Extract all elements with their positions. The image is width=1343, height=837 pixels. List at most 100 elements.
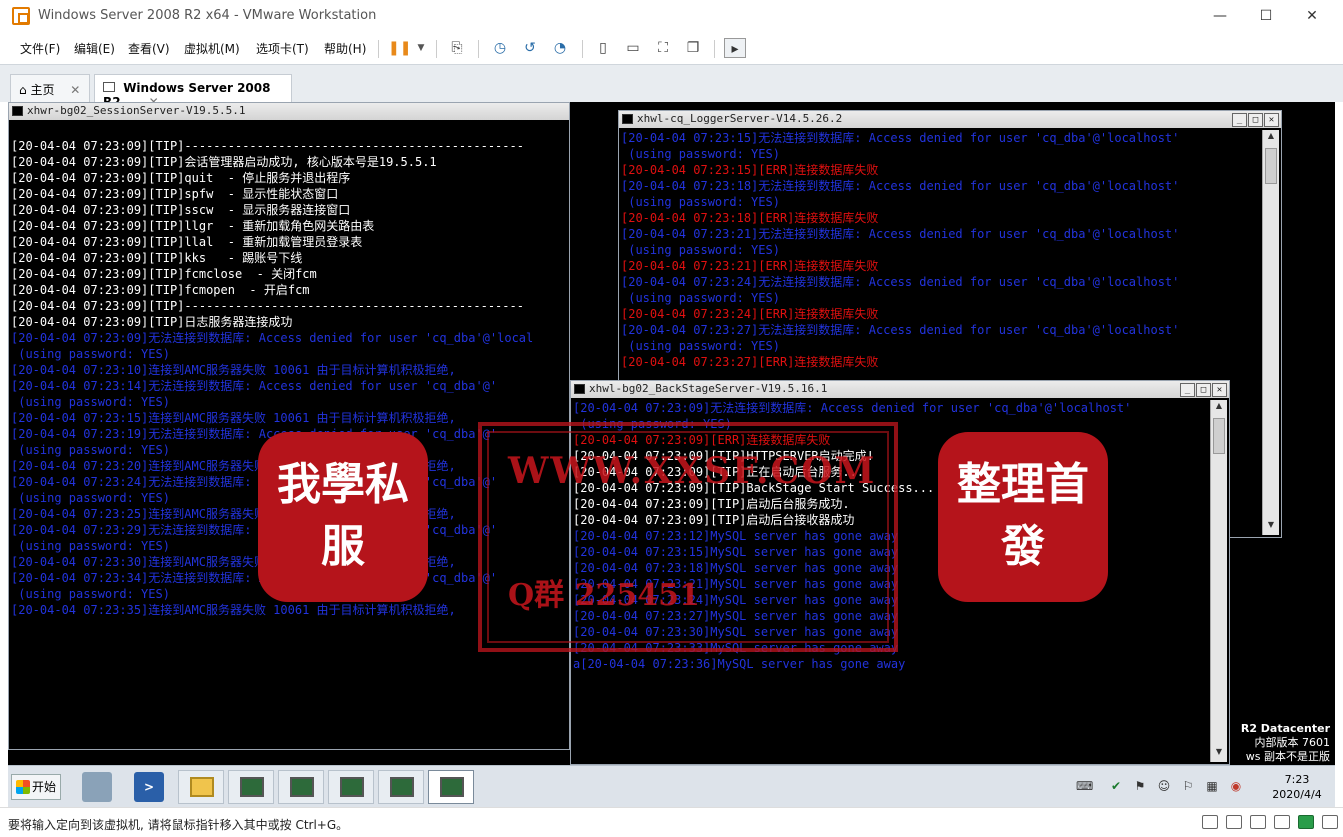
vm-screen[interactable]: xhwr-bg02_SessionServer-V19.5.5.1 [20-04…	[8, 102, 1335, 765]
console-maximize-button[interactable]: □	[1248, 113, 1263, 127]
menu-help[interactable]: 帮助(H)	[324, 40, 366, 57]
scroll-up-icon[interactable]: ▲	[1264, 131, 1278, 145]
menu-file[interactable]: 文件(F)	[20, 40, 60, 57]
tab-vm[interactable]: Windows Server 2008 R2 ... ✕	[94, 74, 292, 109]
security-icon[interactable]: ✔	[1108, 778, 1124, 794]
start-label: 开始	[32, 780, 57, 794]
console-line: (using password: YES)	[573, 417, 732, 431]
backstage-server-console[interactable]: xhwl-bg02_BackStageServer-V19.5.16.1 _ □ ✕…	[570, 380, 1230, 765]
console-close-button[interactable]: ✕	[1212, 383, 1227, 397]
explorer-taskbar-button[interactable]	[178, 770, 224, 804]
toolbar-separator	[478, 40, 479, 58]
windows-logo-icon	[16, 780, 30, 794]
cd-drive-icon[interactable]	[1226, 815, 1242, 829]
server-manager-icon[interactable]	[82, 772, 112, 802]
console-line: [20-04-04 07:23:19]无法连接到数据库: Access deni…	[11, 427, 498, 441]
clock[interactable]: 7:23 2020/4/4	[1267, 772, 1327, 802]
snapshot-icon[interactable]: ◷	[489, 38, 511, 58]
scroll-thumb[interactable]	[1265, 148, 1277, 184]
console-maximize-button[interactable]: □	[1196, 383, 1211, 397]
maximize-button[interactable]: ☐	[1243, 2, 1289, 30]
minimize-button[interactable]: —	[1197, 2, 1243, 30]
scroll-thumb[interactable]	[1213, 418, 1225, 454]
sidebar-view-icon[interactable]: ▯	[592, 38, 614, 58]
console-title: xhwr-bg02_SessionServer-V19.5.5.1	[27, 104, 246, 117]
network-icon[interactable]: ▦	[1204, 778, 1220, 794]
unity-icon[interactable]: ❐	[682, 38, 704, 58]
menu-tabs[interactable]: 选项卡(T)	[256, 40, 309, 57]
console-line: [20-04-04 07:23:29]无法连接到数据库: Access deni…	[11, 523, 498, 537]
console-line: (using password: YES)	[621, 243, 780, 257]
console-icon	[440, 777, 464, 797]
hard-disk-icon[interactable]	[1202, 815, 1218, 829]
revert-snapshot-icon[interactable]: ↺	[519, 38, 541, 58]
session-server-console[interactable]: xhwr-bg02_SessionServer-V19.5.5.1 [20-04…	[8, 102, 570, 750]
menu-vm[interactable]: 虚拟机(M)	[184, 40, 240, 57]
console-taskbar-button[interactable]	[378, 770, 424, 804]
console-line: [20-04-04 07:23:18][ERR]连接数据库失败	[621, 211, 879, 225]
console-minimize-button[interactable]: _	[1232, 113, 1247, 127]
send-keys-icon[interactable]: ⎘	[446, 38, 468, 58]
scroll-down-icon[interactable]: ▼	[1264, 520, 1278, 534]
console-taskbar-button[interactable]	[278, 770, 324, 804]
console-line: [20-04-04 07:23:24]无法连接到数据库: Access deni…	[621, 275, 1180, 289]
thumbnail-view-icon[interactable]: ▭	[622, 38, 644, 58]
display-icon[interactable]	[1274, 815, 1290, 829]
console-line: (using password: YES)	[11, 443, 170, 457]
network-adapter-icon[interactable]	[1250, 815, 1266, 829]
console-line: (using password: YES)	[11, 539, 170, 553]
console-taskbar-button-active[interactable]	[428, 770, 474, 804]
toolbar-separator	[582, 40, 583, 58]
stretch-icon[interactable]	[1322, 815, 1338, 829]
fullscreen-icon[interactable]: ⛶	[652, 38, 674, 58]
console-titlebar[interactable]: xhwl-cq_LoggerServer-V14.5.26.2 _ □ ✕	[619, 111, 1281, 128]
console-minimize-button[interactable]: _	[1180, 383, 1195, 397]
close-button[interactable]: ✕	[1289, 2, 1335, 30]
console-titlebar[interactable]: xhwl-bg02_BackStageServer-V19.5.16.1 _ □ ✕	[571, 381, 1229, 398]
tab-home[interactable]: ⌂ 主页 ✕	[10, 74, 90, 103]
pause-icon[interactable]: ❚❚	[388, 38, 411, 58]
console-line: [20-04-04 07:23:18]无法连接到数据库: Access deni…	[621, 179, 1180, 193]
start-button[interactable]: 开始	[11, 774, 61, 800]
home-icon: ⌂	[19, 83, 27, 97]
tab-close-icon[interactable]: ✕	[70, 83, 80, 97]
console-close-button[interactable]: ✕	[1264, 113, 1279, 127]
console-icon	[240, 777, 264, 797]
scrollbar[interactable]: ▲ ▼	[1262, 130, 1279, 535]
console-taskbar-button[interactable]	[228, 770, 274, 804]
status-message: 要将输入定向到该虚拟机, 请将鼠标指针移入其中或按 Ctrl+G。	[8, 818, 349, 832]
scroll-up-icon[interactable]: ▲	[1212, 401, 1226, 415]
console-line: [20-04-04 07:23:09][TIP]启动后台接收器成功	[573, 513, 855, 527]
console-line: [20-04-04 07:23:09][TIP]llgr - 重新加载角色网关路…	[11, 219, 375, 233]
status-bar: 要将输入定向到该虚拟机, 请将鼠标指针移入其中或按 Ctrl+G。	[0, 807, 1343, 837]
console-titlebar[interactable]: xhwr-bg02_SessionServer-V19.5.5.1	[9, 103, 569, 120]
console-line: [20-04-04 07:23:15]无法连接到数据库: Access deni…	[621, 131, 1180, 145]
console-line: [20-04-04 07:23:09]无法连接到数据库: Access deni…	[11, 331, 534, 345]
keyboard-icon[interactable]: ⌨	[1076, 778, 1093, 794]
powershell-icon[interactable]: >	[134, 772, 164, 802]
flag-icon[interactable]: ⚐	[1180, 778, 1196, 794]
console-line: [20-04-04 07:23:09][TIP]fcmopen - 开启fcm	[11, 283, 310, 297]
menu-edit[interactable]: 编辑(E)	[74, 40, 115, 57]
scroll-down-icon[interactable]: ▼	[1212, 747, 1226, 761]
console-icon	[340, 777, 364, 797]
console-taskbar-button[interactable]	[328, 770, 374, 804]
console-line: [20-04-04 07:23:09][ERR]连接数据库失败	[573, 433, 831, 447]
console-line: [20-04-04 07:23:30]MySQL server has gone…	[573, 625, 899, 639]
console-line: [20-04-04 07:23:10]连接到AMC服务器失败 10061 由于目…	[11, 363, 456, 377]
tab-home-label: 主页	[30, 83, 55, 97]
scrollbar[interactable]: ▲ ▼	[1210, 400, 1227, 762]
action-center-icon[interactable]: ⚑	[1132, 778, 1148, 794]
console-line: [20-04-04 07:23:18]MySQL server has gone…	[573, 561, 899, 575]
message-log-icon[interactable]	[1298, 815, 1314, 829]
volume-icon[interactable]: ◉	[1228, 778, 1244, 794]
console-view-icon[interactable]: ▸	[724, 38, 746, 58]
snapshot-manager-icon[interactable]: ◔	[549, 38, 571, 58]
console-line: [20-04-04 07:23:24]MySQL server has gone…	[573, 593, 899, 607]
menu-view[interactable]: 查看(V)	[128, 40, 170, 57]
user-icon[interactable]: ☺	[1156, 778, 1172, 794]
console-line: [20-04-04 07:23:09][TIP]会话管理器启动成功, 核心版本号…	[11, 155, 437, 169]
chevron-down-icon[interactable]: ▼	[410, 38, 432, 58]
console-line: [20-04-04 07:23:24]无法连接到数据库: Access deni…	[11, 475, 498, 489]
console-line: [20-04-04 07:23:09][TIP]llal - 重新加载管理员登录…	[11, 235, 363, 249]
